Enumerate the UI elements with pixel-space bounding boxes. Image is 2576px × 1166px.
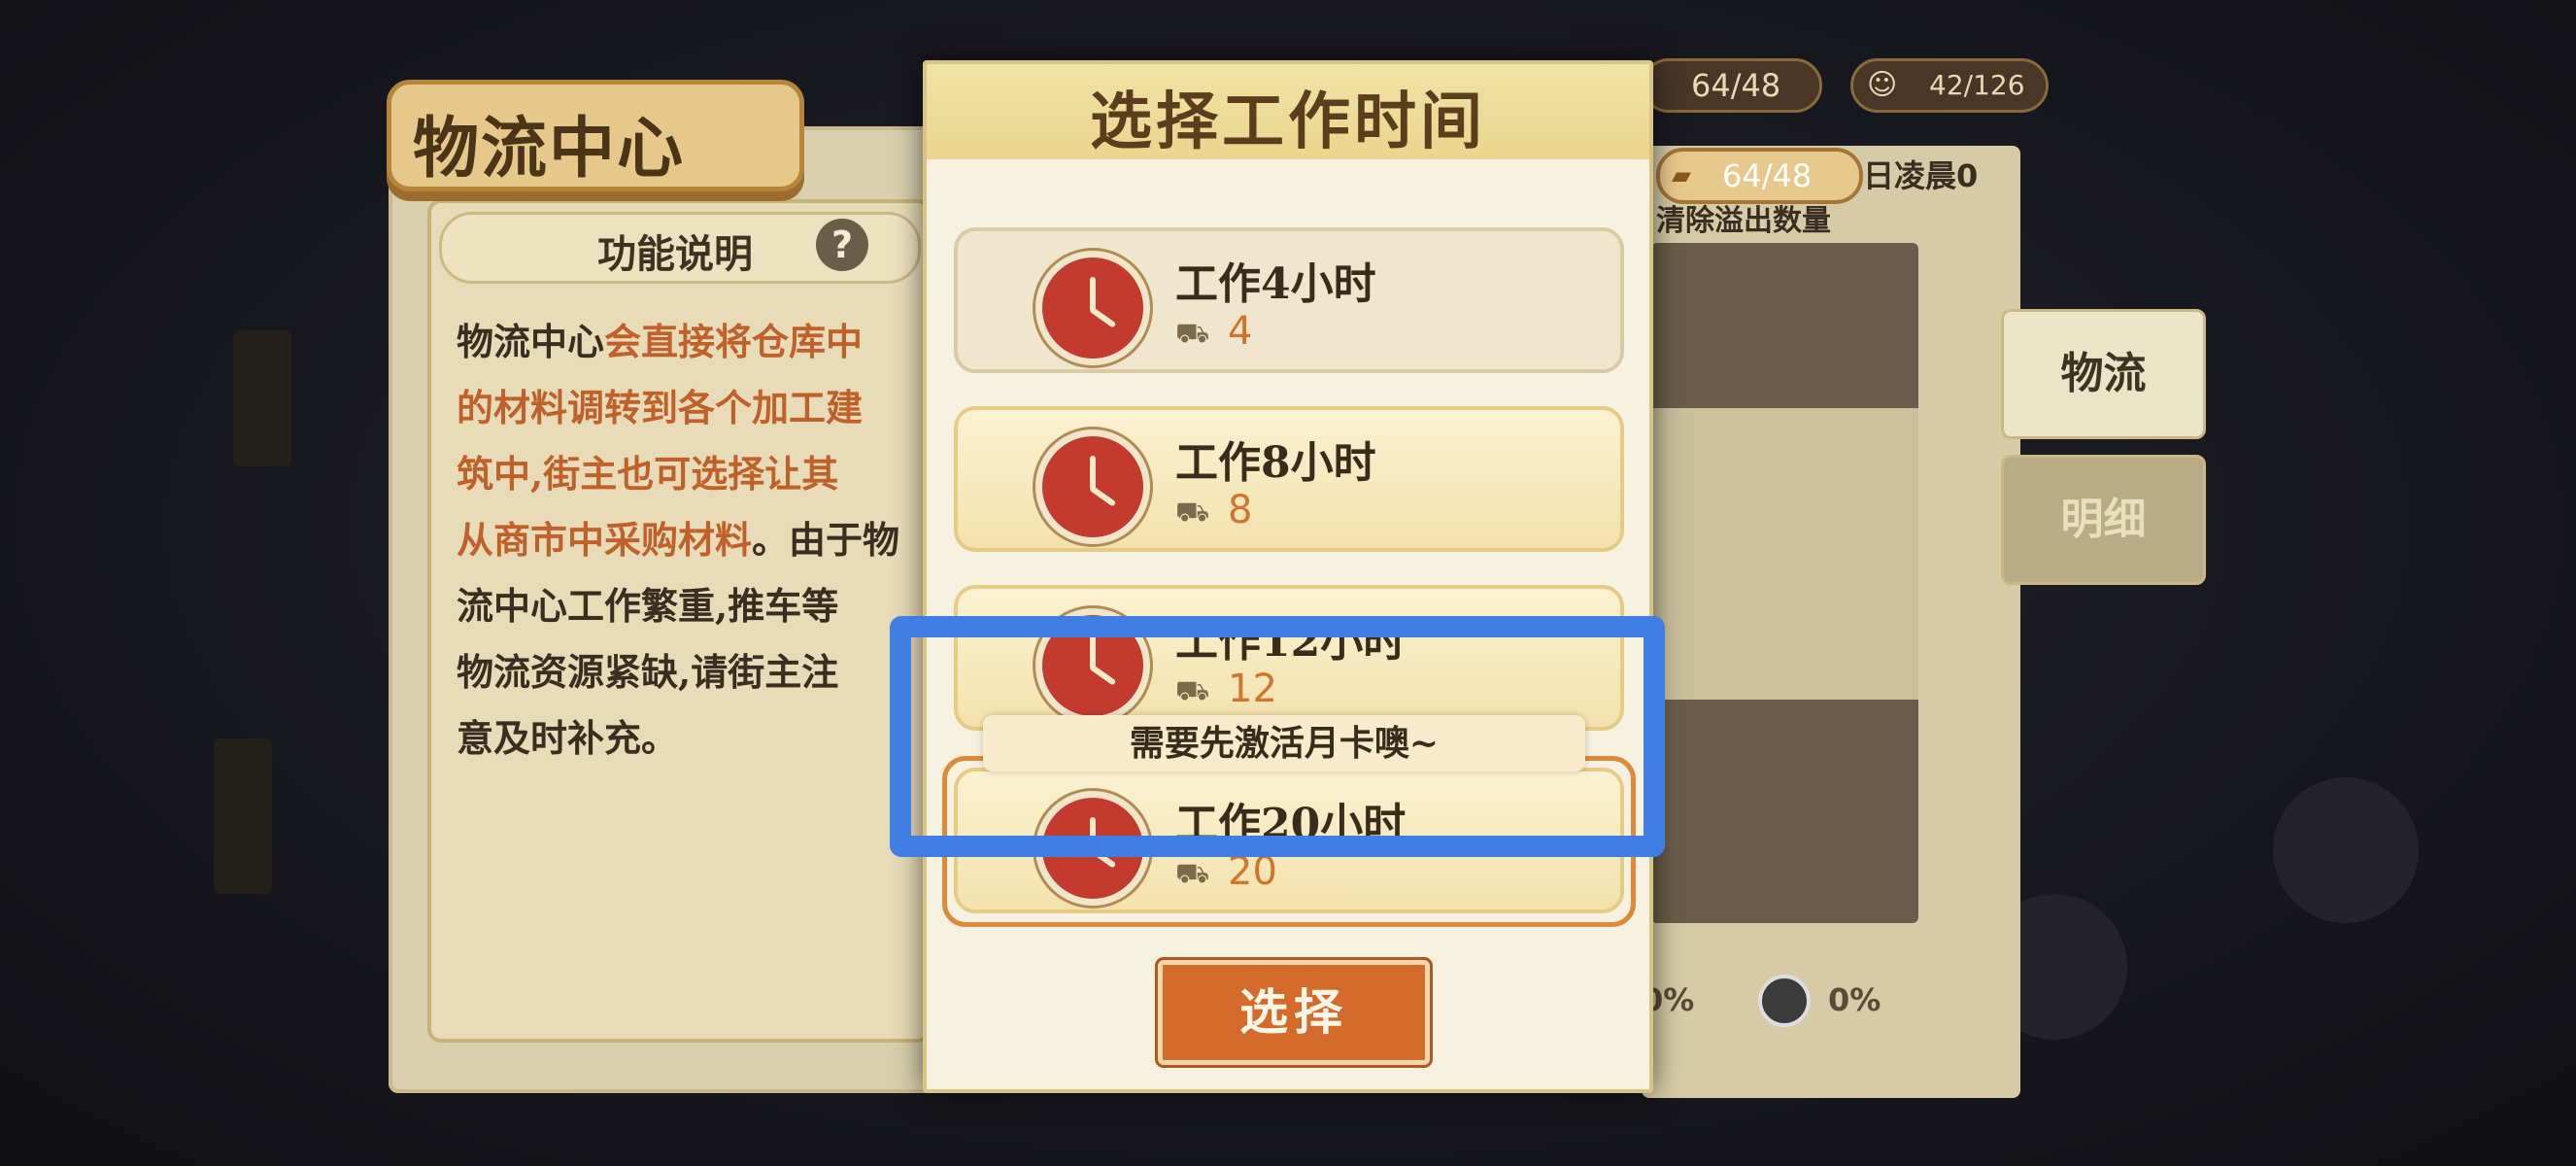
description-text: 筑中,街主也可选择让其 [457, 452, 839, 496]
cart-icon: ⛟ [1175, 857, 1210, 889]
description-line: 物流资源紧缺,请街主注 [457, 639, 903, 705]
option-label: 工作8小时 [1175, 438, 1376, 488]
option-work-4h[interactable]: 工作4小时 ⛟ 4 [954, 227, 1624, 373]
description-line: 从商市中采购材料。由于物 [457, 507, 903, 573]
cart-count-value: 64/48 [1691, 67, 1781, 104]
dialog-title: 选择工作时间 [1090, 86, 1486, 158]
clock-icon [1035, 429, 1150, 544]
description-text: 意及时补充。 [457, 716, 679, 760]
work-time-dialog: 选择工作时间 工作4小时 ⛟ 4 工作8小时 ⛟ 8 工作12小时 ⛟ 12 工… [923, 60, 1653, 1093]
progress-circle-icon [1758, 975, 1811, 1027]
clock-icon [1035, 251, 1150, 365]
cart-icon: ▰ [1672, 161, 1691, 190]
worker-count-display: ☺ 42/126 [1850, 58, 2049, 113]
description-line: 流中心工作繁重,推车等 [457, 573, 903, 639]
description-line: 筑中,街主也可选择让其 [457, 441, 903, 507]
tab-details[interactable]: 明细 [2001, 455, 2206, 585]
map-marker [2273, 777, 2419, 923]
function-description: 物流中心会直接将仓库中 的材料调转到各个加工建 筑中,街主也可选择让其 从商市中采购材… [457, 309, 903, 772]
description-text: 。由于物 [752, 518, 900, 562]
percent-right: 0% [1828, 981, 1881, 1018]
cart-count-display: 64/48 [1642, 58, 1822, 113]
worker-count-value: 42/126 [1929, 69, 2025, 101]
worker-icon: ☺ [1867, 68, 1898, 102]
highlight-box [890, 616, 1665, 857]
overflow-text: 清除溢出数量 [1656, 204, 1831, 238]
building-scene [1651, 243, 1918, 923]
select-button[interactable]: 选择 [1158, 960, 1430, 1065]
help-button[interactable]: ? [816, 219, 868, 271]
panel-title-banner: 物流中心 [387, 80, 804, 191]
description-text: 的材料调转到各个加工建 [457, 386, 864, 429]
option-label: 工作4小时 [1175, 259, 1376, 309]
description-line: 意及时补充。 [457, 705, 903, 772]
panel-title: 物流中心 [413, 110, 686, 188]
background-decoration [214, 738, 272, 894]
cart-icon: ⛟ [1175, 317, 1210, 349]
description-text: 流中心工作繁重,推车等 [457, 584, 839, 628]
function-header: 功能说明 ? [439, 212, 921, 284]
cart-icon: ⛟ [1175, 496, 1210, 528]
description-text: 物流中心 [457, 320, 605, 363]
description-text: 从商市中采购材料 [457, 518, 753, 562]
function-header-label: 功能说明 [597, 231, 753, 277]
option-cost: 4 [1228, 309, 1253, 354]
tab-logistics[interactable]: 物流 [2001, 309, 2206, 439]
dialog-header: 选择工作时间 [927, 64, 1649, 159]
description-line: 物流中心会直接将仓库中 [457, 309, 903, 375]
reset-text: 日凌晨0 [1863, 157, 1979, 194]
description-text: 物流资源紧缺,请街主注 [457, 650, 839, 694]
cart-pill-value: 64/48 [1722, 157, 1813, 194]
description-line: 的材料调转到各个加工建 [457, 375, 903, 441]
description-text: 会直接将仓库中 [604, 320, 864, 363]
option-cost: 8 [1228, 488, 1253, 532]
option-work-8h[interactable]: 工作8小时 ⛟ 8 [954, 406, 1624, 552]
background-decoration [233, 330, 291, 466]
